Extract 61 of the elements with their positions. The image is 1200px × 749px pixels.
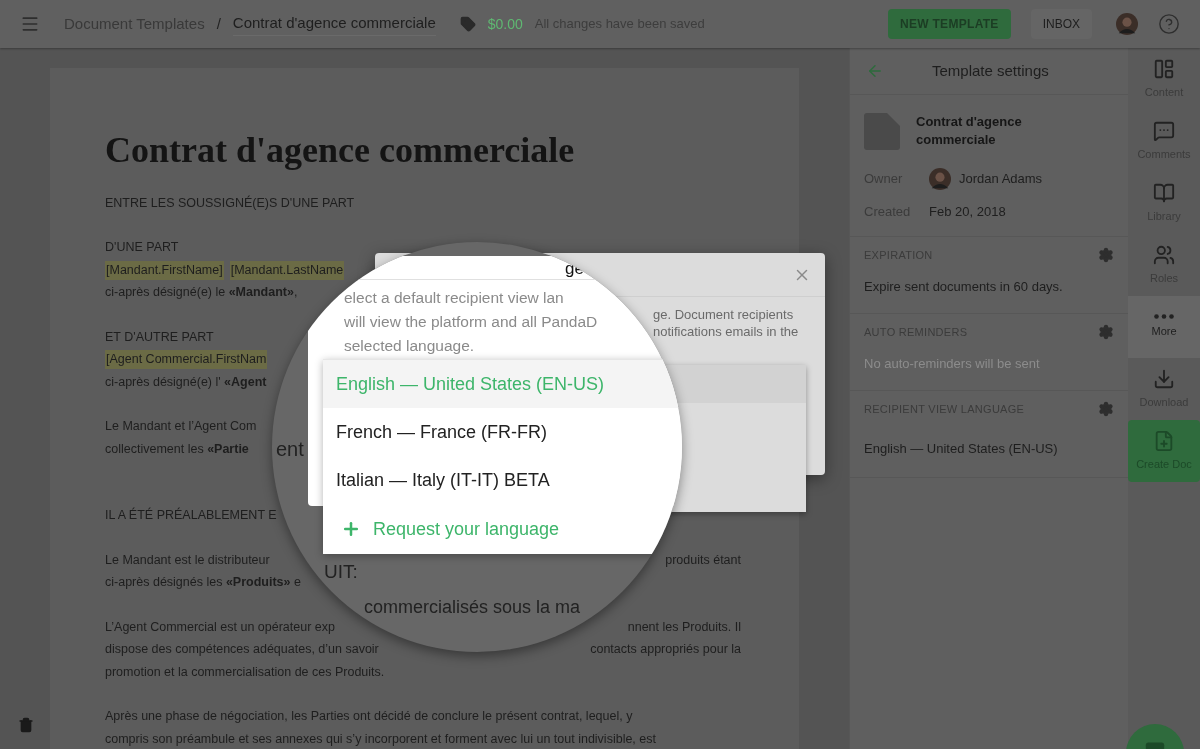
chat-icon	[1153, 119, 1175, 142]
rail-button[interactable]: More	[1128, 296, 1200, 358]
layout-icon	[1153, 57, 1175, 80]
book-icon	[1153, 181, 1175, 204]
merge-field[interactable]: [Mandant.LastName	[229, 260, 345, 280]
document-text: L’Agent Commercial est un opérateur exp	[105, 618, 335, 636]
magnified-text: UIT:	[324, 560, 358, 584]
request-language-option[interactable]: Request your language	[323, 504, 682, 554]
people-icon	[1153, 243, 1175, 266]
document-text: ENTRE LES SOUSSIGNÉ(E)S D'UNE PART	[105, 194, 355, 212]
avatar-icon	[929, 168, 951, 190]
settings-icon[interactable]	[1098, 323, 1114, 340]
breadcrumb-separator: /	[216, 13, 221, 34]
tag-icon[interactable]	[459, 16, 476, 32]
section-value: English — United States (EN-US)	[864, 440, 1059, 458]
inbox-button[interactable]: INBOX	[1030, 9, 1092, 39]
merge-field[interactable]: [Agent Commercial.FirstNam	[105, 350, 268, 370]
merge-field[interactable]: [Mandant.FirstName]	[105, 260, 224, 280]
modal-text: notifications emails in the	[653, 323, 800, 340]
document-text: compris son préambule et ses annexes qui s’y incorporent et forment avec lui un tout indivisible, est	[105, 730, 656, 748]
document-text: ci-après désignés les «Produits» e	[105, 574, 301, 592]
section-value: Expire sent documents in 60 days.	[864, 278, 1064, 296]
document-text: ET D'AUTRE PART	[105, 328, 214, 346]
document-text: ci-après désigné(e) l' «Agent	[105, 373, 267, 391]
menu-icon[interactable]	[20, 14, 40, 34]
document-text: IL A ÉTÉ PRÉALABLEMENT E	[105, 506, 277, 525]
magnified-text: ent	[276, 437, 304, 462]
document-text: contacts appropriés pour la	[590, 641, 741, 659]
dialog-text: will view the platform and all PandaD	[344, 312, 598, 332]
document-text: Après une phase de négociation, les Parties ont décidé de conclure le présent contrat, lequel, y	[105, 708, 633, 726]
document-text: dispose des compétences adéquates, d’un savoir	[105, 641, 379, 659]
document-text: Le Mandant et l’Agent Com	[105, 418, 257, 436]
language-option[interactable]: French — France (FR-FR)	[323, 408, 682, 456]
document-title[interactable]: Contrat d'agence commerciale	[232, 12, 436, 36]
panel-title: Template settings	[932, 60, 1049, 81]
trash-icon[interactable]	[18, 717, 34, 733]
document-text: collectivement les «Partie	[105, 440, 249, 458]
help-icon[interactable]	[1158, 13, 1180, 35]
language-option[interactable]: Italian — Italy (IT-IT) BETA	[323, 456, 682, 504]
settings-icon[interactable]	[1098, 246, 1114, 263]
document-heading: Contrat d'agence commerciale	[105, 129, 576, 172]
price-label: $0.00	[487, 14, 523, 34]
magnified-text: commercialisés sous la ma	[364, 596, 581, 619]
document-name: Contrat d'agence commerciale	[916, 113, 1023, 149]
modal-text: ge. Document recipients	[653, 306, 795, 323]
document-text: ci-après désigné(e) le «Mandant»,	[105, 284, 298, 302]
document-text: promotion et la commercialisation de ces Produits.	[105, 663, 385, 681]
avatar-icon	[1116, 13, 1138, 35]
plus-icon	[341, 519, 361, 539]
download-icon	[1153, 367, 1175, 390]
document-text: D'UNE PART	[105, 239, 179, 257]
document-text: nnent les Produits. Il	[627, 618, 741, 636]
file-plus-icon	[1153, 429, 1175, 452]
owner-name: Jordan Adams	[959, 170, 1043, 189]
dialog-text: elect a default recipient view lan	[344, 288, 564, 308]
dots-icon	[1154, 314, 1174, 320]
document-text: produits étant	[665, 551, 741, 569]
dialog-text: selected language.	[344, 336, 475, 356]
document-text: Le Mandant est le distributeur	[105, 551, 270, 569]
created-date: Feb 20, 2018	[929, 203, 1006, 221]
settings-icon[interactable]	[1098, 400, 1114, 417]
